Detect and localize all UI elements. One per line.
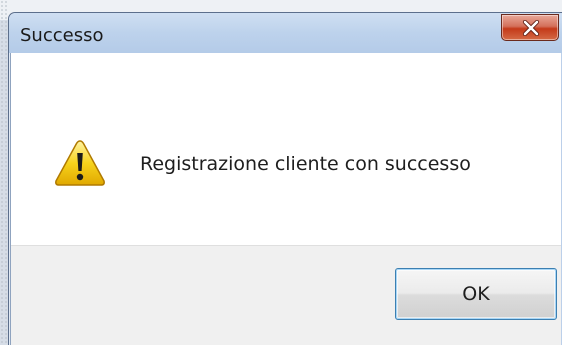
dialog-title: Successo: [20, 25, 104, 46]
message-dialog: Successo Registrazione cliente con succe…: [8, 12, 562, 345]
close-icon: [522, 20, 540, 36]
warning-triangle-icon: [55, 140, 105, 186]
close-button[interactable]: [501, 14, 559, 41]
dialog-message: Registrazione cliente con successo: [140, 153, 471, 175]
title-bar[interactable]: Successo: [9, 13, 562, 53]
button-bar: OK: [11, 245, 561, 345]
dialog-body: Registrazione cliente con successo OK: [10, 53, 561, 345]
ok-button[interactable]: OK: [395, 268, 557, 320]
background-pattern: [0, 0, 8, 345]
content-area: Registrazione cliente con successo: [11, 53, 561, 245]
